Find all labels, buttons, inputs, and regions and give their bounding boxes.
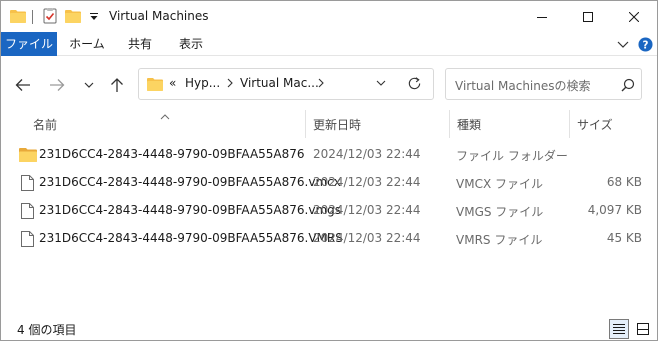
search-icon [621,78,635,92]
breadcrumb-hyper-v[interactable]: Hyp... [185,76,220,90]
tab-view[interactable]: 表示 [169,32,213,56]
svg-text:?: ? [642,39,648,51]
tab-home[interactable]: ホーム [63,32,111,56]
close-button[interactable] [611,1,657,32]
file-size: 45 KB [606,231,642,245]
file-row[interactable]: 231D6CC4-2843-4448-9790-09BFAA55A876 202… [13,141,645,169]
title-separator [32,10,33,24]
file-type: VMGS ファイル [456,205,544,219]
large-icons-view-button[interactable] [633,319,653,339]
file-row[interactable]: 231D6CC4-2843-4448-9790-09BFAA55A876.VMR… [13,225,645,253]
file-name[interactable]: 231D6CC4-2843-4448-9790-09BFAA55A876 [39,147,305,161]
help-icon[interactable]: ? [637,36,653,52]
details-view-button[interactable] [609,319,629,339]
refresh-icon[interactable] [407,76,423,92]
new-folder-icon[interactable] [65,9,81,26]
quick-access-dropdown-icon[interactable] [89,11,99,23]
file-explorer-window: Virtual Machines ファイル ホーム 共有 表示 ? « Hyp.… [0,0,658,341]
file-name[interactable]: 231D6CC4-2843-4448-9790-09BFAA55A876.vmg… [39,203,341,217]
column-header-date[interactable]: 更新日時 [313,113,447,137]
address-bar[interactable]: « Hyp... Virtual Mac... [138,68,434,100]
item-count: 4 個の項目 [17,323,77,337]
chevron-down-icon[interactable] [375,77,389,91]
search-box[interactable]: Virtual Machinesの検索 [445,68,642,100]
status-bar: 4 個の項目 [1,315,657,341]
file-icon [21,231,34,250]
file-type: ファイル フォルダー [456,149,568,163]
folder-icon [19,147,37,165]
file-name[interactable]: 231D6CC4-2843-4448-9790-09BFAA55A876.VMR… [39,231,343,245]
recent-locations-chevron-icon[interactable] [78,74,100,96]
folder-icon [10,9,26,26]
file-size: 68 KB [606,175,642,189]
column-divider[interactable] [305,110,306,138]
minimize-button[interactable] [519,1,565,32]
tab-file[interactable]: ファイル [1,32,57,56]
file-date: 2024/12/03 22:44 [313,231,421,245]
file-type: VMCX ファイル [456,177,543,191]
file-date: 2024/12/03 22:44 [313,147,421,161]
tab-share[interactable]: 共有 [118,32,162,56]
breadcrumb-virtual-machines[interactable]: Virtual Mac... [240,76,319,90]
file-icon [21,175,34,194]
file-date: 2024/12/03 22:44 [313,203,421,217]
up-button[interactable] [106,74,128,96]
maximize-button[interactable] [565,1,611,32]
chevron-right-icon[interactable] [318,76,324,91]
file-row[interactable]: 231D6CC4-2843-4448-9790-09BFAA55A876.vmc… [13,169,645,197]
back-button[interactable] [12,74,34,96]
search-input[interactable]: Virtual Machinesの検索 [455,77,591,94]
file-name[interactable]: 231D6CC4-2843-4448-9790-09BFAA55A876.vmc… [39,175,341,189]
column-divider[interactable] [569,110,570,138]
window-title: Virtual Machines [109,9,209,23]
forward-button[interactable] [46,74,68,96]
file-row[interactable]: 231D6CC4-2843-4448-9790-09BFAA55A876.vmg… [13,197,645,225]
column-header-type[interactable]: 種類 [457,113,567,137]
folder-icon [147,77,163,94]
chevron-right-icon[interactable] [227,76,233,91]
column-header-name[interactable]: 名前 [33,113,303,137]
ribbon-tab-bar: ファイル ホーム 共有 表示 ? [1,32,657,56]
title-bar: Virtual Machines [1,1,657,32]
column-divider[interactable] [449,110,450,138]
expand-ribbon-icon[interactable] [615,36,631,52]
address-overflow[interactable]: « [169,76,176,90]
properties-icon[interactable] [42,8,58,27]
file-type: VMRS ファイル [456,233,543,247]
file-size: 4,097 KB [587,203,642,217]
file-icon [21,203,34,222]
file-date: 2024/12/03 22:44 [313,175,421,189]
column-header-size[interactable]: サイズ [577,113,637,137]
